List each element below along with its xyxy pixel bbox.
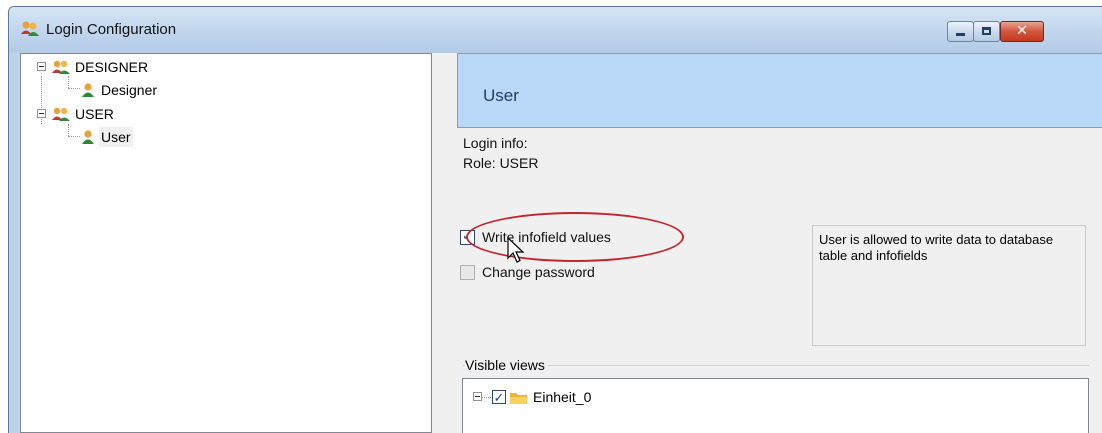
tree-item-einheit[interactable]: ✓ Einheit_0	[463, 387, 763, 407]
checkbox-label: Write infofield values	[482, 229, 611, 245]
checkbox-box[interactable]	[460, 265, 475, 280]
close-icon: ✕	[1016, 23, 1028, 39]
tree-item-label: DESIGNER	[75, 59, 149, 75]
tree-item-label: Einheit_0	[533, 389, 592, 405]
visible-views-tree[interactable]: ✓ Einheit_0	[462, 378, 1089, 433]
login-configuration-window: Login Configuration ✕ DESIGNER Designer …	[8, 6, 1102, 433]
user-icon	[82, 130, 94, 144]
tree-item-label: USER	[75, 106, 114, 122]
minimize-icon	[956, 33, 965, 36]
permission-description: User is allowed to write data to databas…	[812, 225, 1086, 346]
detail-header: User	[457, 53, 1102, 128]
roles-tree[interactable]: DESIGNER Designer USER User	[20, 53, 432, 433]
tree-item-designer-group[interactable]: DESIGNER	[21, 57, 221, 77]
collapse-toggle-icon[interactable]	[37, 109, 46, 118]
checkmark-icon: ✓	[462, 229, 473, 244]
users-group-icon	[52, 60, 70, 74]
collapse-toggle-icon[interactable]	[37, 62, 46, 71]
change-password-checkbox[interactable]: Change password	[460, 263, 660, 283]
user-icon	[82, 83, 94, 97]
write-infofield-values-checkbox[interactable]: ✓ Write infofield values	[460, 228, 660, 248]
client-area: DESIGNER Designer USER User User Login i…	[20, 53, 1102, 433]
description-text: User is allowed to write data to databas…	[819, 232, 1054, 263]
folder-icon	[510, 393, 528, 404]
users-group-icon	[21, 21, 39, 36]
maximize-icon	[982, 27, 991, 35]
expand-toggle-icon[interactable]	[473, 392, 482, 401]
mouse-cursor-icon	[507, 236, 525, 263]
login-info-label: Login info:	[463, 135, 528, 151]
checkbox-box[interactable]: ✓	[460, 229, 475, 245]
visible-views-group-border	[463, 365, 1089, 366]
visible-views-label: Visible views	[465, 357, 548, 373]
title-bar[interactable]: Login Configuration ✕	[9, 7, 1102, 53]
view-checkbox[interactable]: ✓	[492, 390, 506, 406]
maximize-button[interactable]	[973, 21, 1000, 42]
close-button[interactable]: ✕	[1000, 21, 1044, 42]
tree-connector	[482, 397, 491, 398]
checkbox-label: Change password	[482, 264, 595, 280]
tree-item-label: Designer	[101, 82, 158, 98]
checkmark-icon: ✓	[493, 391, 505, 406]
detail-panel: User Login info: Role: USER ✓ Write info…	[436, 53, 1102, 433]
page-title: User	[483, 86, 519, 105]
tree-item-user-group[interactable]: USER	[21, 104, 221, 124]
tree-item-user[interactable]: User	[21, 127, 221, 147]
tree-item-label: User	[99, 127, 133, 147]
window-title: Login Configuration	[46, 21, 177, 38]
tree-item-designer[interactable]: Designer	[21, 80, 221, 100]
role-text: Role: USER	[463, 155, 539, 171]
minimize-button[interactable]	[947, 21, 974, 42]
users-group-icon	[52, 107, 70, 121]
